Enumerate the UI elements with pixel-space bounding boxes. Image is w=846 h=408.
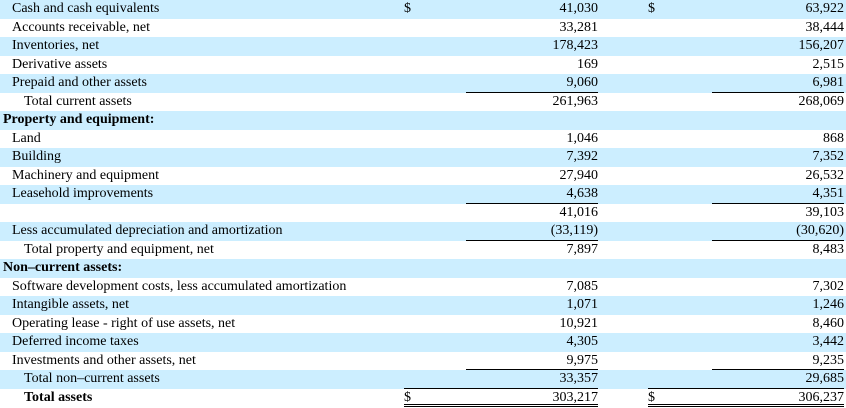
currency-symbol: $ — [648, 389, 655, 405]
row-label: Investments and other assets, net — [12, 352, 196, 368]
value-prior-year: 29,685 — [805, 371, 845, 386]
value-current-year: 7,897 — [566, 241, 599, 257]
value-current-year: 1,071 — [566, 297, 599, 312]
value-current-year: 1,046 — [566, 130, 599, 146]
value-current-year: 9,975 — [466, 352, 598, 371]
row-software-development: Software development costs, less accumul… — [0, 278, 846, 297]
row-label: Leasehold improvements — [12, 186, 154, 201]
row-label: Operating lease - right of use assets, n… — [12, 315, 236, 331]
value-prior-year: 38,444 — [805, 19, 845, 35]
value-current-year: 9,060 — [466, 74, 598, 93]
value-prior-year: 268,069 — [798, 93, 845, 109]
value-current-year: 169 — [577, 56, 598, 72]
value-current-year: 178,423 — [552, 38, 599, 53]
value-current-year: 303,217 — [552, 389, 599, 405]
row-machinery: Machinery and equipment 27,940 26,532 — [0, 167, 846, 186]
row-deferred-taxes: Deferred income taxes 4,305 3,442 — [0, 333, 846, 352]
value-prior-year: 306,237 — [798, 389, 845, 405]
value-prior-year: 63,922 — [805, 1, 845, 16]
currency-symbol: $ — [404, 1, 411, 16]
row-property-subtotal: 41,016 39,103 — [0, 204, 846, 223]
row-label: Intangible assets, net — [12, 297, 130, 312]
value-prior-year: 3,442 — [812, 334, 845, 349]
value-prior-year: 8,460 — [812, 315, 845, 331]
value-prior-year: 7,302 — [812, 278, 845, 294]
row-label: Machinery and equipment — [12, 167, 159, 183]
row-total-property: Total property and equipment, net 7,897 … — [0, 241, 846, 260]
balance-sheet-assets: Cash and cash equivalents $ 41,030 $ 63,… — [0, 0, 846, 408]
value-prior-year: 26,532 — [805, 167, 845, 183]
row-label: Deferred income taxes — [12, 334, 139, 349]
section-heading: Property and equipment: — [3, 112, 155, 127]
value-prior-year: (30,620) — [712, 222, 844, 241]
row-accumulated-depreciation: Less accumulated depreciation and amorti… — [0, 222, 846, 241]
row-operating-lease: Operating lease - right of use assets, n… — [0, 315, 846, 334]
value-current-year: 33,357 — [559, 371, 599, 386]
row-label: Inventories, net — [12, 38, 100, 53]
value-prior-year: 39,103 — [805, 204, 845, 220]
subtotal-line — [648, 388, 844, 389]
row-intangible-assets: Intangible assets, net 1,071 1,246 — [0, 296, 846, 315]
value-current-year: 41,030 — [559, 1, 599, 16]
value-prior-year: 4,351 — [712, 185, 844, 204]
row-label: Software development costs, less accumul… — [12, 278, 347, 294]
row-prepaid: Prepaid and other assets 9,060 6,981 — [0, 74, 846, 93]
section-header-noncurrent: Non–current assets: — [0, 259, 846, 278]
row-label: Land — [12, 130, 41, 146]
value-prior-year: 1,246 — [812, 297, 845, 312]
row-derivative-assets: Derivative assets 169 2,515 — [0, 56, 846, 75]
row-label: Derivative assets — [12, 56, 108, 72]
value-prior-year: 7,352 — [812, 149, 845, 164]
row-inventories: Inventories, net 178,423 156,207 — [0, 37, 846, 56]
value-current-year: 10,921 — [559, 315, 599, 331]
row-investments: Investments and other assets, net 9,975 … — [0, 352, 846, 371]
row-label: Prepaid and other assets — [12, 75, 147, 90]
total-underline — [404, 404, 598, 405]
row-building: Building 7,392 7,352 — [0, 148, 846, 167]
value-prior-year: 2,515 — [812, 56, 845, 72]
total-underline — [404, 406, 598, 407]
row-accounts-receivable: Accounts receivable, net 33,281 38,444 — [0, 19, 846, 38]
value-prior-year: 8,483 — [812, 241, 845, 257]
value-prior-year: 6,981 — [712, 74, 844, 93]
value-current-year: 7,085 — [566, 278, 599, 294]
row-label: Accounts receivable, net — [12, 19, 150, 35]
value-current-year: 27,940 — [559, 167, 599, 183]
value-current-year: 4,638 — [466, 185, 598, 204]
row-cash: Cash and cash equivalents $ 41,030 $ 63,… — [0, 0, 846, 19]
row-label: Total non–current assets — [24, 371, 160, 386]
value-current-year: 33,281 — [559, 19, 599, 35]
value-current-year: (33,119) — [466, 222, 598, 241]
currency-symbol: $ — [404, 389, 411, 405]
row-label: Cash and cash equivalents — [12, 1, 160, 16]
total-underline — [648, 404, 844, 405]
total-underline — [648, 406, 844, 407]
row-total-current-assets: Total current assets 261,963 268,069 — [0, 93, 846, 112]
row-label: Total current assets — [24, 93, 132, 109]
row-land: Land 1,046 868 — [0, 130, 846, 149]
section-header-property: Property and equipment: — [0, 111, 846, 130]
value-prior-year: 9,235 — [712, 352, 844, 371]
subtotal-line — [404, 388, 598, 389]
value-current-year: 4,305 — [566, 334, 599, 349]
row-label: Building — [12, 149, 62, 164]
section-heading: Non–current assets: — [3, 260, 123, 275]
currency-symbol: $ — [648, 1, 655, 16]
value-current-year: 7,392 — [566, 149, 599, 164]
value-prior-year: 156,207 — [798, 38, 845, 53]
row-label: Less accumulated depreciation and amorti… — [12, 223, 283, 238]
row-label: Total property and equipment, net — [24, 241, 214, 257]
value-current-year: 261,963 — [552, 93, 599, 109]
row-label: Total assets — [24, 389, 93, 405]
row-total-noncurrent: Total non–current assets 33,357 29,685 — [0, 370, 846, 389]
row-total-assets: Total assets $ 303,217 $ 306,237 — [0, 389, 846, 406]
row-leasehold: Leasehold improvements 4,638 4,351 — [0, 185, 846, 204]
value-prior-year: 868 — [823, 130, 844, 146]
value-current-year: 41,016 — [559, 204, 599, 220]
